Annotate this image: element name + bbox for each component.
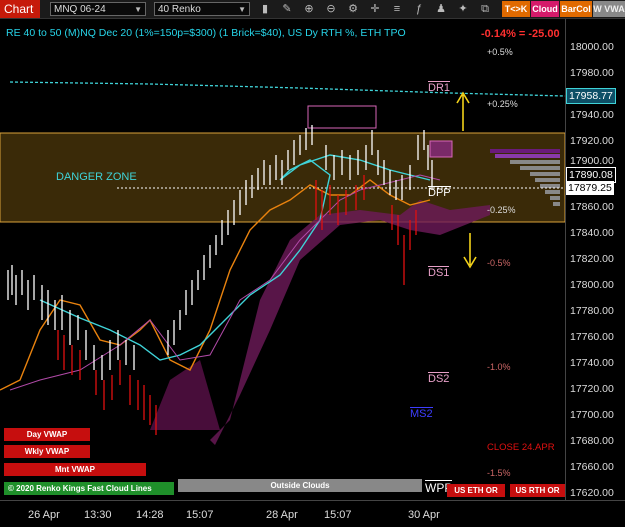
zoom-out-icon[interactable]: ⊖ [324,2,338,16]
change-readout: -0.14% = -25.00 [481,28,560,40]
time-tick: 15:07 [186,509,214,521]
tk-toggle-button[interactable]: T<>K [502,1,530,17]
arrow-up-icon [456,91,470,131]
bar-type-selector[interactable]: 40 Renko ▼ [154,2,250,16]
level-pct-p05: +0.5% [487,47,513,57]
price-tick: 17940.00 [570,109,614,121]
level-close: CLOSE 24.APR [487,442,555,453]
time-tick: 26 Apr [28,509,60,521]
barcol-toggle-button[interactable]: BarCol [560,1,592,17]
price-tick: 17740.00 [570,357,614,369]
level-ms2: MS2 [410,407,433,420]
tpo-box-top [307,105,377,129]
price-marker-vwap: 17958.77 [566,88,616,104]
time-tick: 13:30 [84,509,112,521]
list-icon[interactable]: ≡ [390,2,404,16]
level-pct-m15: -1.5% [487,468,511,478]
us-eth-or-button[interactable]: US ETH OR [447,484,505,497]
chart-trader-icon[interactable]: ✦ [456,2,470,16]
vwap-upper-line [9,81,565,97]
pencil-icon[interactable]: ✎ [280,2,294,16]
outside-clouds-button[interactable]: Outside Clouds [178,479,422,492]
level-pct-m10: -1.0% [487,362,511,372]
time-tick: 15:07 [324,509,352,521]
level-dpp: DPP [428,186,451,199]
strategy-icon[interactable]: ♟ [434,2,448,16]
price-tick: 17800.00 [570,279,614,291]
arrow-down-icon [463,233,477,269]
price-tick: 17700.00 [570,409,614,421]
chart-tab[interactable]: Chart [0,0,40,18]
level-ds2: DS2 [428,372,450,385]
wkly-vwap-button[interactable]: Wkly VWAP [4,445,90,458]
price-tick: 17760.00 [570,331,614,343]
toolbar: Chart MNQ 06-24 ▼ 40 Renko ▼ ▮ ✎ ⊕ ⊖ ⚙ ✛… [0,0,625,19]
price-tick: 17860.00 [570,201,614,213]
cloud-toggle-button[interactable]: Cloud [531,1,559,17]
current-price-marker: 17879.25 [566,181,614,195]
us-rth-or-button[interactable]: US RTH OR [510,484,565,497]
chevron-down-icon: ▼ [238,5,246,14]
chart-canvas[interactable]: RE 40 to 50 (M)NQ Dec 20 (1%=150p=$300) … [0,19,565,500]
price-tick: 17620.00 [570,487,614,499]
level-pct-p025: +0.25% [487,99,518,109]
price-tick: 17820.00 [570,253,614,265]
time-tick: 30 Apr [408,509,440,521]
zoom-in-icon[interactable]: ⊕ [302,2,316,16]
price-tick: 18000.00 [570,41,614,53]
instrument-selector[interactable]: MNQ 06-24 ▼ [50,2,146,16]
time-tick: 28 Apr [266,509,298,521]
bar-chart-icon[interactable]: ▮ [258,2,272,16]
chevron-down-icon: ▼ [134,5,142,14]
level-pct-m05: -0.5% [487,258,511,268]
danger-zone-label: DANGER ZONE [56,171,137,183]
price-tick: 17720.00 [570,383,614,395]
link-icon[interactable]: ⧉ [478,2,492,16]
price-tick: 17660.00 [570,461,614,473]
day-vwap-button[interactable]: Day VWAP [4,428,90,441]
tpo-box-right [429,140,453,158]
price-tick: 17840.00 [570,227,614,239]
instrument-label: MNQ 06-24 [54,4,106,15]
price-tick: 17680.00 [570,435,614,447]
time-tick: 14:28 [136,509,164,521]
fast-cloud [210,200,490,445]
price-tick: 17900.00 [570,155,614,167]
bar-type-label: 40 Renko [158,4,201,15]
price-tick: 17780.00 [570,305,614,317]
vwap-toggle-button[interactable]: W VWA [593,1,625,17]
fast-cloud-lower [150,360,220,430]
level-ds1: DS1 [428,266,450,279]
crosshair-icon[interactable]: ✛ [368,2,382,16]
level-dr1: DR1 [428,81,451,94]
price-tick: 17980.00 [570,67,614,79]
price-axis[interactable]: 18000.00 17980.00 17940.00 17920.00 1786… [565,19,625,500]
chart-title: RE 40 to 50 (M)NQ Dec 20 (1%=150p=$300) … [6,27,406,39]
time-axis[interactable]: 26 Apr 13:30 14:28 15:07 28 Apr 15:07 30… [0,500,625,527]
indicators-icon[interactable]: ƒ [412,2,426,16]
properties-icon[interactable]: ⚙ [346,2,360,16]
renko-kings-button[interactable]: © 2020 Renko Kings Fast Cloud Lines [4,482,174,495]
level-pct-m025: -0.25% [487,205,516,215]
mnt-vwap-button[interactable]: Mnt VWAP [4,463,146,476]
price-tick: 17920.00 [570,135,614,147]
